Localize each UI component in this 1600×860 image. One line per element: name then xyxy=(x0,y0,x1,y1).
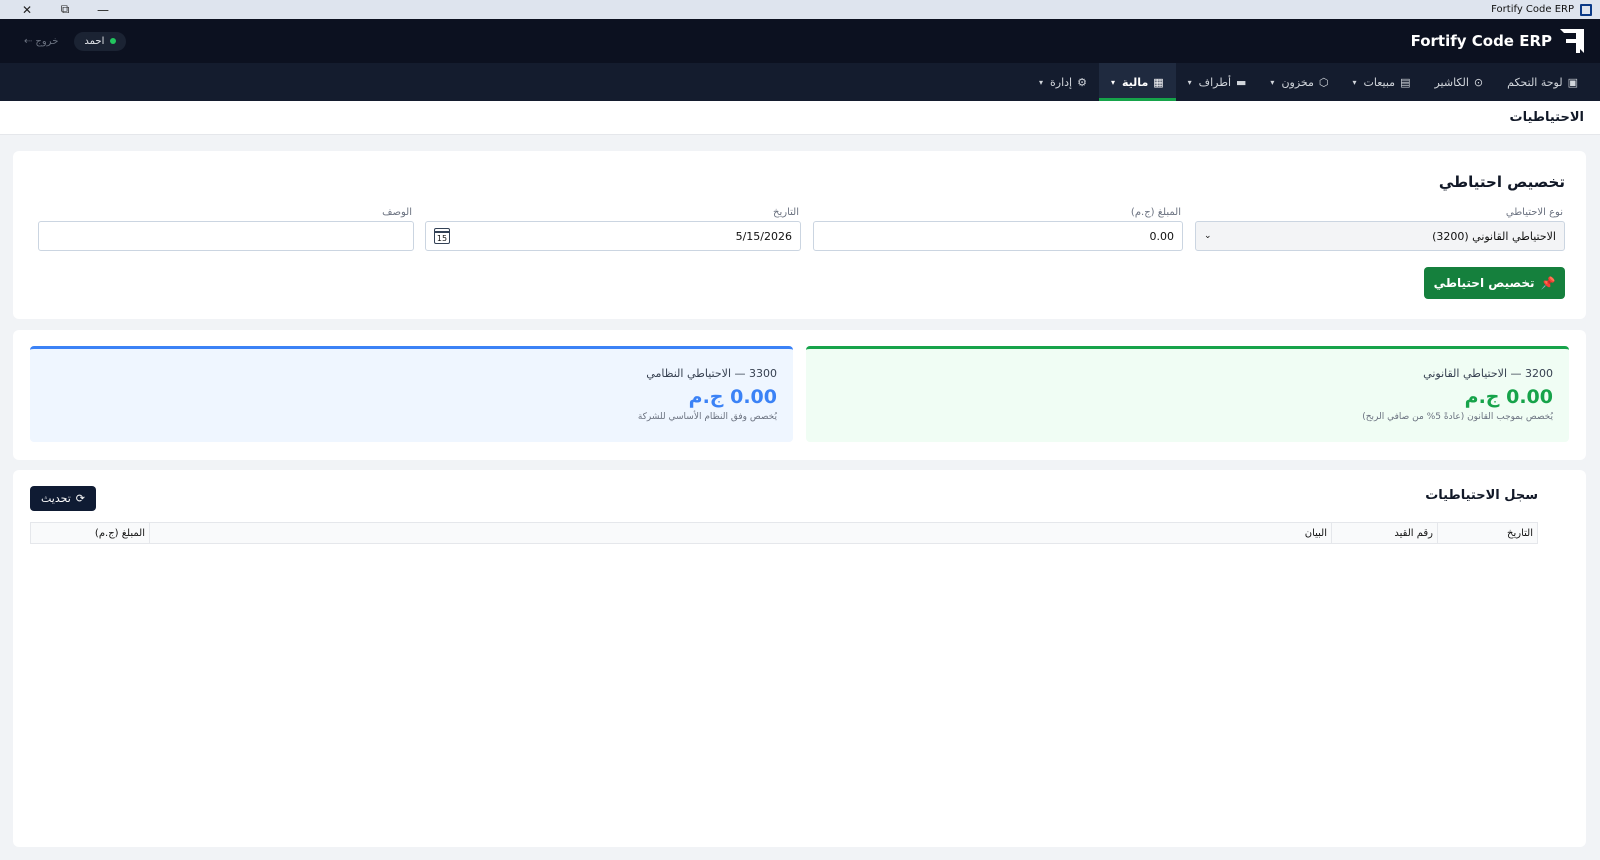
legal-reserve-name: 3200 — الاحتياطي القانوني xyxy=(1423,367,1553,380)
allocation-form-card: تخصيص احتياطي نوع الاحتياطي الاحتياطي ال… xyxy=(13,151,1586,319)
window-title: Fortify Code ERP xyxy=(1491,4,1574,15)
restore-icon: ⧉ xyxy=(60,2,70,16)
chevron-down-icon: ▾ xyxy=(1352,77,1357,87)
column-header-amount[interactable]: المبلغ (ج.م) xyxy=(31,523,149,543)
minimize-icon: — xyxy=(97,2,109,17)
legal-reserve-box: 3200 — الاحتياطي القانوني 0.00 ج.م يُخصص… xyxy=(806,346,1569,442)
column-header-date[interactable]: التاريخ xyxy=(1437,523,1537,543)
column-header-description[interactable]: البيان xyxy=(149,523,1331,543)
nav-item-label: إدارة xyxy=(1050,75,1073,89)
logout-icon: ⇠ xyxy=(24,35,33,47)
form-title: تخصيص احتياطي xyxy=(1438,173,1565,191)
legal-reserve-amount: 0.00 ج.م xyxy=(1464,386,1553,408)
nav-item-6[interactable]: ⚙ إدارة ▾ xyxy=(1027,63,1099,101)
date-label: التاريخ xyxy=(773,207,799,218)
nav-item-label: الكاشير xyxy=(1434,75,1469,89)
description-input[interactable] xyxy=(38,221,414,251)
nav-item-3[interactable]: ⬡ مخزون ▾ xyxy=(1258,63,1340,101)
nav-item-label: أطراف xyxy=(1198,75,1232,89)
nav-item-1[interactable]: ⊙ الكاشير xyxy=(1422,63,1495,101)
amount-field: المبلغ (ج.م) 0.00 xyxy=(813,207,1183,251)
reserve-type-label: نوع الاحتياطي xyxy=(1505,207,1563,218)
close-icon: ✕ xyxy=(21,2,33,17)
refresh-icon: ⟳ xyxy=(75,492,86,505)
restore-window-button[interactable]: ⧉ xyxy=(46,0,84,19)
reserve-type-field: نوع الاحتياطي الاحتياطي القانوني (3200) … xyxy=(1195,207,1565,251)
user-name: احمد xyxy=(84,35,105,47)
reserves-table: التاريخ رقم القيد البيان المبلغ (ج.م) xyxy=(30,522,1538,544)
nav-item-2[interactable]: ▤ مبيعات ▾ xyxy=(1341,63,1423,101)
amount-label: المبلغ (ج.م) xyxy=(1130,207,1181,218)
reserve-type-select[interactable]: الاحتياطي القانوني (3200) ⌄ xyxy=(1195,221,1565,251)
column-header-entry-number[interactable]: رقم القيد xyxy=(1331,523,1437,543)
brand[interactable]: Fortify Code ERP xyxy=(1411,29,1584,53)
nav-item-0[interactable]: ▣ لوحة التحكم xyxy=(1495,63,1590,101)
nav-item-label: مخزون xyxy=(1281,75,1314,89)
finance-icon: ▦ xyxy=(1153,75,1164,89)
user-badge[interactable]: احمد xyxy=(74,31,127,51)
window-title-area: Fortify Code ERP xyxy=(1491,3,1592,16)
page-title: الاحتياطيات xyxy=(1509,110,1585,125)
brand-name: Fortify Code ERP xyxy=(1410,32,1552,50)
pin-icon: 📌 xyxy=(1540,276,1556,290)
table-header: التاريخ رقم القيد البيان المبلغ (ج.م) xyxy=(31,523,1537,543)
description-label: الوصف xyxy=(382,207,412,218)
nav-item-5[interactable]: ▦ مالية ▾ xyxy=(1099,63,1176,101)
sales-icon: ▤ xyxy=(1400,75,1411,89)
amount-input[interactable]: 0.00 xyxy=(813,221,1183,251)
chevron-down-icon: ▾ xyxy=(1111,77,1116,87)
admin-gear-icon: ⚙ xyxy=(1077,75,1087,89)
statutory-reserve-name: 3300 — الاحتياطي النظامي xyxy=(646,367,777,380)
chevron-down-icon: ▾ xyxy=(1270,77,1275,87)
statutory-reserve-box: 3300 — الاحتياطي النظامي 0.00 ج.م يُخصص … xyxy=(30,346,793,442)
dashboard-icon: ▣ xyxy=(1567,75,1578,89)
statutory-reserve-note: يُخصص وفق النظام الأساسي للشركة xyxy=(637,412,777,422)
brand-logo-icon xyxy=(1560,29,1584,53)
nav-item-label: مبيعات xyxy=(1363,75,1396,89)
logout-label: خروج xyxy=(35,35,59,47)
date-field: التاريخ 5/15/2026 15 xyxy=(425,207,801,251)
user-area: ⇠ خروج احمد xyxy=(24,31,127,51)
chevron-down-icon: ▾ xyxy=(1187,77,1192,87)
chevron-down-icon: ▾ xyxy=(1039,77,1044,87)
date-input[interactable]: 5/15/2026 15 xyxy=(425,221,801,251)
cashier-icon: ⊙ xyxy=(1473,75,1484,89)
allocate-reserve-label: تخصيص احتياطي xyxy=(1433,276,1535,290)
calendar-day: 15 xyxy=(436,234,448,243)
app-header: Fortify Code ERP ⇠ خروج احمد xyxy=(0,19,1600,63)
logout-button[interactable]: ⇠ خروج xyxy=(24,36,58,47)
statutory-reserve-amount: 0.00 ج.م xyxy=(688,386,777,408)
amount-value: 0.00 xyxy=(1149,229,1175,243)
nav-item-label: مالية xyxy=(1122,75,1149,89)
refresh-button[interactable]: ⟳ تحديث xyxy=(30,486,96,511)
chevron-down-icon: ⌄ xyxy=(1204,231,1212,241)
calendar-icon[interactable]: 15 xyxy=(434,228,450,244)
allocate-reserve-button[interactable]: 📌 تخصيص احتياطي xyxy=(1424,267,1565,299)
inventory-icon: ⬡ xyxy=(1318,75,1329,89)
app-logo-icon xyxy=(1580,3,1592,16)
main-nav: ▣ لوحة التحكم ⊙ الكاشير ▤ مبيعات ▾ ⬡ مخزون ▾ ▬ أطرا… xyxy=(0,63,1600,101)
refresh-label: تحديث xyxy=(40,492,71,505)
minimize-window-button[interactable]: — xyxy=(84,0,122,19)
description-field: الوصف xyxy=(38,207,414,251)
date-value: 5/15/2026 xyxy=(735,229,792,243)
nav-item-4[interactable]: ▬ أطراف ▾ xyxy=(1176,63,1259,101)
nav-item-label: لوحة التحكم xyxy=(1507,75,1563,89)
legal-reserve-note: يُخصص بموجب القانون (عادةً 5% من صافي ال… xyxy=(1362,412,1553,422)
window-controls: ✕ ⧉ — xyxy=(8,0,122,19)
reserves-summary-card: 3200 — الاحتياطي القانوني 0.00 ج.م يُخصص… xyxy=(13,330,1586,460)
window-titlebar: Fortify Code ERP ✕ ⧉ — xyxy=(0,0,1600,19)
page-header: الاحتياطيات xyxy=(0,101,1600,135)
close-window-button[interactable]: ✕ xyxy=(8,0,46,19)
reserves-log-card: سجل الاحتياطيات ⟳ تحديث التاريخ رقم القي… xyxy=(13,470,1586,847)
online-status-icon xyxy=(110,38,117,44)
reserve-type-value: الاحتياطي القانوني (3200) xyxy=(1432,229,1556,243)
parties-icon: ▬ xyxy=(1236,75,1247,89)
log-title: سجل الاحتياطيات xyxy=(1425,488,1538,503)
